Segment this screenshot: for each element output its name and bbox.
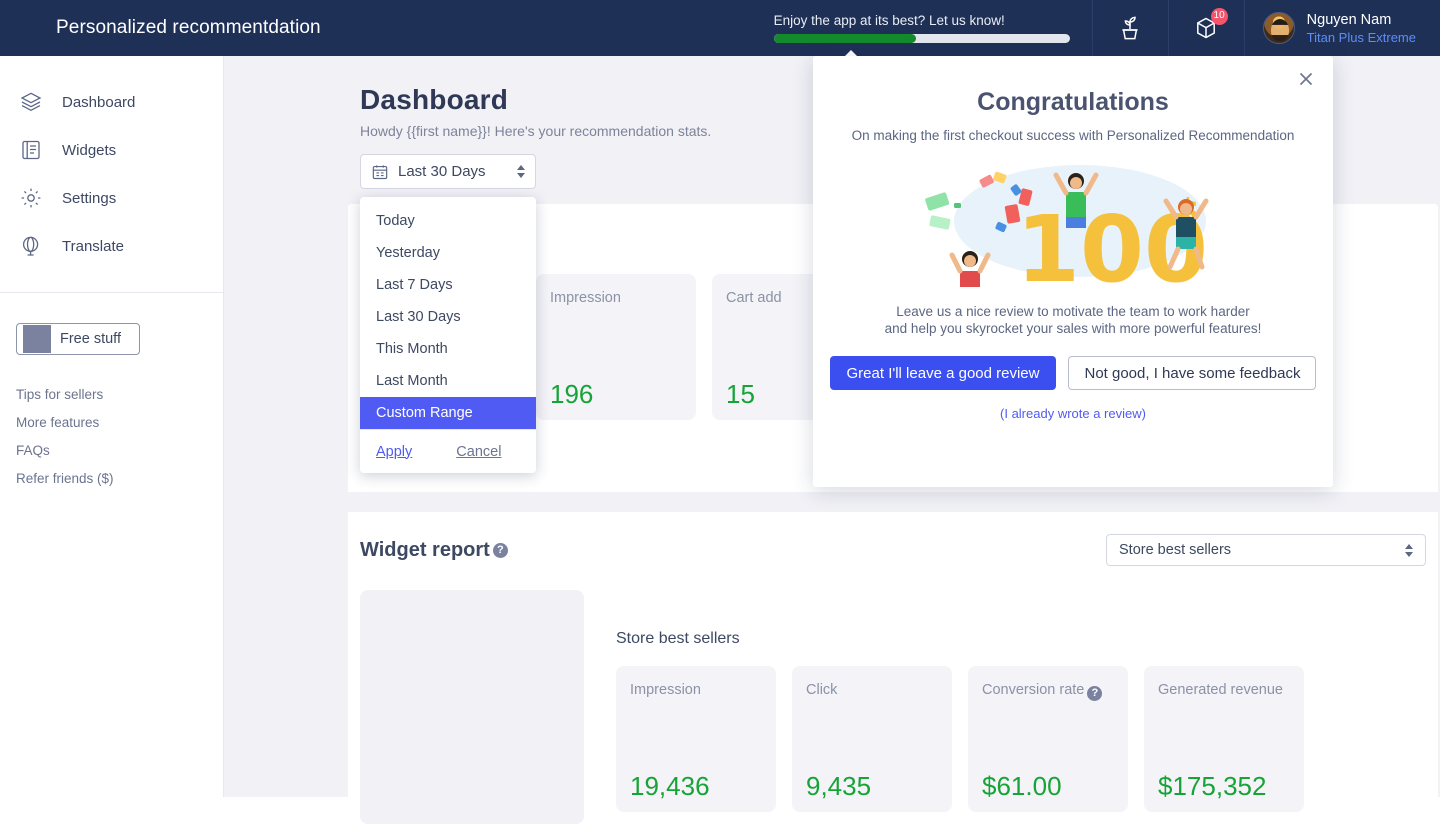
user-name: Nguyen Nam xyxy=(1306,11,1392,28)
dropdown-option-last-month[interactable]: Last Month xyxy=(360,365,536,397)
feedback-progress-block[interactable]: Enjoy the app at its best? Let us know! xyxy=(764,0,1092,56)
modal-note: Leave us a nice review to motivate the t… xyxy=(813,303,1333,337)
stat-label: Generated revenue xyxy=(1158,682,1283,698)
widget-report-title: Widget report xyxy=(360,538,490,561)
dropdown-option-last-7-days[interactable]: Last 7 Days xyxy=(360,269,536,301)
plant-button[interactable] xyxy=(1091,0,1168,56)
modal-actions: Great I'll leave a good review Not good,… xyxy=(813,356,1333,390)
date-range-value: Last 30 Days xyxy=(398,163,486,180)
stat-label: Impression xyxy=(630,682,701,698)
widget-report-stats: Impression 19,436 Click 9,435 Conversion… xyxy=(616,666,1426,812)
inventory-button[interactable]: 10 xyxy=(1167,0,1244,56)
modal-title: Congratulations xyxy=(977,88,1169,116)
stat-value: 196 xyxy=(550,379,594,409)
sidebar-link-refer-friends[interactable]: Refer friends ($) xyxy=(16,465,223,493)
widgets-icon xyxy=(18,138,44,162)
dropdown-option-last-30-days[interactable]: Last 30 Days xyxy=(360,301,536,333)
stat-card-impression: Impression 196 xyxy=(536,274,696,420)
free-stuff-label: Free stuff xyxy=(60,331,121,347)
sidebar-item-widgets[interactable]: Widgets xyxy=(0,126,223,174)
sidebar-item-translate[interactable]: Translate xyxy=(0,222,223,270)
sidebar-link-tips[interactable]: Tips for sellers xyxy=(16,381,223,409)
dropdown-option-custom-range[interactable]: Custom Range xyxy=(360,397,536,429)
stat-value: 9,435 xyxy=(806,771,872,801)
free-stuff-button[interactable]: Free stuff xyxy=(16,323,140,355)
widget-report-select[interactable]: Store best sellers xyxy=(1106,534,1426,566)
plant-icon xyxy=(1117,14,1143,42)
top-bar-right: Enjoy the app at its best? Let us know! xyxy=(764,0,1440,56)
sidebar-link-more-features[interactable]: More features xyxy=(16,409,223,437)
help-icon[interactable]: ? xyxy=(492,542,508,558)
stat-card-conversion-rate: Conversion rate? $61.00 xyxy=(968,666,1128,812)
leave-review-button[interactable]: Great I'll leave a good review xyxy=(829,356,1057,390)
widget-report-body: Store best sellers Impression 19,436 Cli… xyxy=(348,590,1438,824)
date-range-dropdown: Today Yesterday Last 7 Days Last 30 Days… xyxy=(360,197,536,473)
widget-report-header: Widget report ? Store best sellers xyxy=(348,534,1438,566)
help-icon[interactable]: ? xyxy=(1087,686,1103,701)
sidebar-item-label: Widgets xyxy=(62,141,117,159)
inventory-badge-count: 10 xyxy=(1210,8,1228,25)
widget-report-section-label: Store best sellers xyxy=(616,630,740,647)
celebration-illustration: 100 $ xyxy=(908,159,1238,303)
dropdown-footer: Apply Cancel xyxy=(360,429,536,473)
sidebar-nav: Dashboard Widgets Settings Translate xyxy=(0,56,223,292)
sidebar-item-label: Translate xyxy=(62,237,124,255)
globe-icon xyxy=(18,234,44,258)
stat-value: $61.00 xyxy=(982,771,1062,801)
stat-card-impression: Impression 19,436 xyxy=(616,666,776,812)
sidebar-links: Tips for sellers More features FAQs Refe… xyxy=(0,381,223,493)
user-menu[interactable]: Nguyen Nam Titan Plus Extreme xyxy=(1243,0,1440,56)
top-bar: Personalized recommentdation Enjoy the a… xyxy=(0,0,1440,56)
date-range-select[interactable]: Last 30 Days xyxy=(360,154,536,189)
stat-value: $175,352 xyxy=(1158,771,1267,801)
avatar xyxy=(1262,12,1295,44)
close-icon[interactable] xyxy=(1295,68,1317,90)
sidebar-item-dashboard[interactable]: Dashboard xyxy=(0,78,223,126)
already-wrote-review-link[interactable]: (I already wrote a review) xyxy=(813,406,1333,421)
widget-report-chart-placeholder xyxy=(360,590,584,824)
dropdown-option-yesterday[interactable]: Yesterday xyxy=(360,237,536,269)
stat-label: Click xyxy=(806,682,838,698)
sidebar: Dashboard Widgets Settings Translate Fre… xyxy=(0,56,224,797)
user-plan: Titan Plus Extreme xyxy=(1306,29,1416,45)
sidebar-item-label: Settings xyxy=(62,189,117,207)
dropdown-option-this-month[interactable]: This Month xyxy=(360,333,536,365)
stat-card-click: Click 9,435 xyxy=(792,666,952,812)
widget-report-select-value: Store best sellers xyxy=(1119,542,1232,558)
sidebar-divider xyxy=(0,292,223,293)
sidebar-item-settings[interactable]: Settings xyxy=(0,174,223,222)
modal-subtitle: On making the first checkout success wit… xyxy=(851,128,1295,143)
modal-note-line-2: and help you skyrocket your sales with m… xyxy=(884,321,1262,336)
onboarding-progress-bar xyxy=(773,34,1070,43)
layers-icon xyxy=(18,90,44,114)
apply-button[interactable]: Apply xyxy=(376,444,412,460)
chevron-updown-icon xyxy=(517,165,525,178)
calendar-icon xyxy=(371,163,389,181)
feedback-prompt-text: Enjoy the app at its best? Let us know! xyxy=(773,13,1005,28)
gift-icon xyxy=(23,325,51,353)
cancel-button[interactable]: Cancel xyxy=(456,444,501,460)
congratulations-modal: Congratulations On making the first chec… xyxy=(813,56,1333,487)
widget-report-details: Store best sellers Impression 19,436 Cli… xyxy=(600,590,1426,824)
onboarding-progress-fill xyxy=(773,34,916,43)
chevron-updown-icon xyxy=(1405,543,1413,557)
app-brand-title: Personalized recommentdation xyxy=(56,17,321,38)
stat-label: Conversion rate? xyxy=(982,680,1114,701)
modal-note-line-1: Leave us a nice review to motivate the t… xyxy=(896,304,1250,319)
dropdown-option-today[interactable]: Today xyxy=(360,205,536,237)
stat-value: 19,436 xyxy=(630,771,710,801)
sidebar-item-label: Dashboard xyxy=(62,93,136,111)
give-feedback-button[interactable]: Not good, I have some feedback xyxy=(1068,356,1317,390)
gear-icon xyxy=(18,186,44,210)
sidebar-link-faqs[interactable]: FAQs xyxy=(16,437,223,465)
stat-card-generated-revenue: Generated revenue $175,352 xyxy=(1144,666,1304,812)
stat-label: Impression xyxy=(550,290,621,306)
section-divider-band xyxy=(348,492,1438,512)
